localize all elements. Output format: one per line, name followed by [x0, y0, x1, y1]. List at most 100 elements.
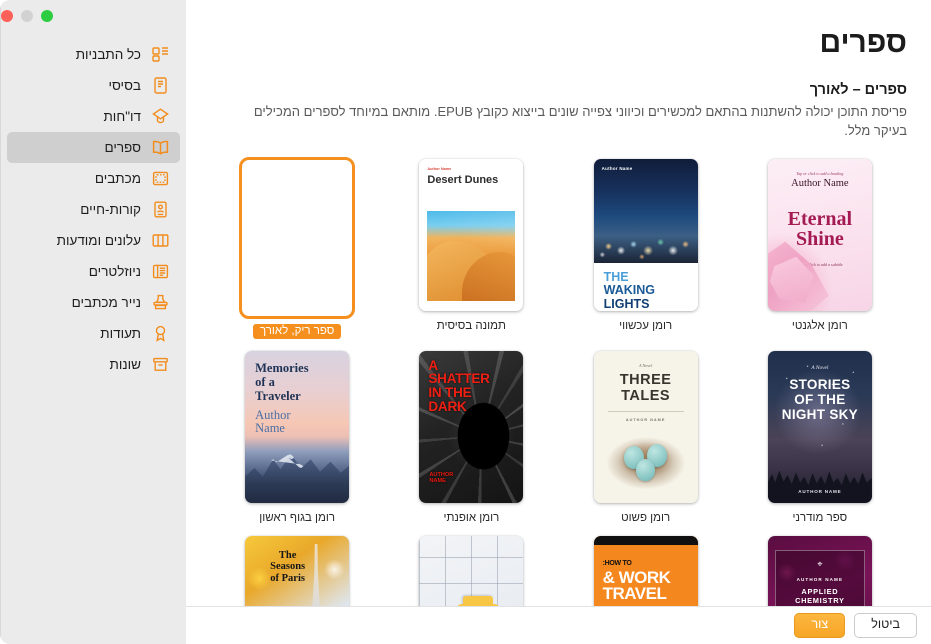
template-thumbnail[interactable]: A Novel STORIES OF THE NIGHT SKY AUTHOR NAME [765, 349, 875, 505]
window-controls [1, 0, 186, 22]
cover-title-line-4: DARK [428, 398, 467, 414]
cover-author-line-2: Name [255, 421, 285, 436]
stationery-icon [151, 293, 170, 312]
content-scroll-area[interactable]: ספרים ספרים – לאורך פריסת התוכן יכולה לה… [186, 0, 931, 606]
template-item[interactable]: Memories of a Traveler Author Name רומן בגוף … [210, 347, 384, 524]
sidebar-item-label: נייר מכתבים [71, 294, 141, 310]
sidebar: כל התבניות בסיסי דו"חות ספרים מכתבים קורות-חי… [0, 0, 186, 644]
flyers-posters-icon [151, 231, 170, 250]
template-thumbnail[interactable]: The Seasons of Paris [242, 534, 352, 606]
basic-icon [151, 76, 170, 95]
template-thumbnail[interactable]: Memories of a Traveler Author Name [242, 349, 352, 505]
template-thumbnail[interactable]: A NovelTHREE TALESAUTHOR NAME [591, 349, 701, 505]
template-thumbnail[interactable]: ⌖AUTHOR NAMEAPPLIED CHEMISTRYFIRST EDITI… [765, 534, 875, 606]
cover-title: APPLIED CHEMISTRY [795, 586, 845, 605]
cover-heading-hint: Tap or click to add a heading [796, 170, 844, 176]
mountain-silhouette [245, 454, 350, 503]
cover-author: Author Name [427, 166, 452, 171]
cover-eyebrow: A Novel [811, 364, 829, 371]
letters-icon [151, 169, 170, 188]
cover-title-line-2: WAKING [603, 283, 656, 298]
section-title: ספרים – לאורך [809, 82, 907, 98]
cover-author: Author Name [601, 165, 633, 171]
cancel-button[interactable]: ביטול [854, 613, 917, 638]
template-item[interactable]: ספר ריק, לאורך [210, 155, 384, 339]
cover-title: WORK & TRAVEL [603, 569, 692, 603]
cover-title: Desert Dunes [427, 173, 499, 186]
sidebar-item-flyers-posters[interactable]: עלונים ומודעות [7, 225, 180, 256]
all-templates-icon [151, 45, 170, 64]
cover-title-line-1: THE [603, 269, 629, 284]
template-thumbnail[interactable] [416, 534, 526, 606]
cover-title: THREE TALES [619, 371, 672, 404]
sidebar-item-label: ספרים [104, 139, 141, 155]
newsletters-icon [151, 262, 170, 281]
template-thumbnail[interactable]: Tap or click to add a heading Author Name… [765, 157, 875, 313]
cover-title-line-1: Memories [255, 360, 309, 375]
dialog-action-bar: צור ביטול [186, 606, 931, 644]
book-cover-preview: A Novel STORIES OF THE NIGHT SKY AUTHOR NAME [767, 350, 872, 503]
cover-title-line-3: Traveler [255, 388, 301, 403]
cover-title: A SHATTER IN THE DARK [428, 358, 490, 414]
tree-silhouette [767, 470, 872, 503]
template-item[interactable]: The Seasons of Paris [210, 532, 384, 606]
cover-photo-dunes [427, 210, 516, 301]
sidebar-item-label: עלונים ומודעות [56, 232, 141, 248]
cover-frame: ⌖AUTHOR NAMEAPPLIED CHEMISTRYFIRST EDITI… [774, 549, 865, 606]
cover-author: AUTHOR NAME [796, 576, 844, 582]
close-window-button[interactable] [1, 10, 13, 22]
template-thumbnail[interactable]: A SHATTER IN THE DARK AUTHOR NAME [416, 349, 526, 505]
template-item[interactable] [384, 532, 558, 606]
minimize-window-button[interactable] [21, 10, 33, 22]
sidebar-item-label: שונות [109, 356, 141, 372]
template-thumbnail[interactable]: HOW TO: WORK & TRAVEL [591, 534, 701, 606]
sidebar-item-label: תעודות [100, 325, 141, 341]
template-item[interactable]: A Novel STORIES OF THE NIGHT SKY AUTHOR NAME… [733, 347, 907, 524]
sidebar-item-certificates[interactable]: תעודות [7, 318, 180, 349]
maximize-window-button[interactable] [41, 10, 53, 22]
sidebar-item-letters[interactable]: מכתבים [7, 163, 180, 194]
sidebar-item-stationery[interactable]: נייר מכתבים [7, 287, 180, 318]
cover-author: Author Name [791, 177, 849, 189]
cover-author: Author Name [255, 408, 290, 437]
sidebar-item-books[interactable]: ספרים [7, 132, 180, 163]
sidebar-item-label: דו"חות [103, 108, 141, 124]
book-cover-preview [245, 161, 350, 314]
sidebar-item-basic[interactable]: בסיסי [7, 70, 180, 101]
top-bar-decoration [593, 535, 698, 545]
cover-author: AUTHOR NAME [429, 472, 453, 485]
sidebar-item-resumes[interactable]: קורות-חיים [7, 194, 180, 225]
sidebar-item-all-templates[interactable]: כל התבניות [7, 39, 180, 70]
cover-author: AUTHOR NAME [798, 488, 842, 494]
template-thumbnail[interactable]: Author Name THE WAKING LIGHTS [591, 157, 701, 313]
template-item[interactable]: Author Name THE WAKING LIGHTS רומן עכשווי [559, 155, 733, 339]
template-thumbnail[interactable]: Author Name Desert Dunes [416, 157, 526, 313]
create-button[interactable]: צור [794, 613, 846, 638]
cover-title-line-1: Eternal [787, 207, 853, 230]
molecule-icon: ⌖ [817, 558, 823, 569]
template-caption: רומן פשוט [621, 511, 671, 524]
sidebar-item-misc[interactable]: שונות [7, 349, 180, 380]
template-caption: ספר מודרני [792, 511, 848, 524]
cover-title: Memories of a Traveler [255, 361, 339, 403]
template-item[interactable]: Author Name Desert Dunes תמונה בסיסית [384, 155, 558, 339]
book-cover-preview: A SHATTER IN THE DARK AUTHOR NAME [419, 350, 524, 503]
template-chooser-window: כל התבניות בסיסי דו"חות ספרים מכתבים קורות-חי… [0, 0, 931, 644]
books-icon [151, 138, 170, 157]
misc-icon [151, 355, 170, 374]
template-caption: תמונה בסיסית [436, 319, 506, 332]
cover-title-line-2: OF THE [794, 391, 846, 407]
cover-title-line-2: of a [255, 374, 275, 389]
template-item[interactable]: ⌖AUTHOR NAMEAPPLIED CHEMISTRYFIRST EDITI… [733, 532, 907, 606]
template-thumbnail[interactable] [239, 156, 356, 319]
template-item[interactable]: Tap or click to add a heading Author Name… [733, 155, 907, 339]
book-cover-preview: HOW TO: WORK & TRAVEL [593, 535, 698, 606]
section-header: ספרים – לאורך פריסת התוכן יכולה להשתנות … [210, 82, 907, 141]
template-item[interactable]: A NovelTHREE TALESAUTHOR NAME רומן פשוט [559, 347, 733, 524]
sidebar-item-reports[interactable]: דו"חות [7, 101, 180, 132]
cover-title: The Seasons of Paris [270, 550, 305, 585]
template-caption: רומן עכשווי [619, 319, 673, 332]
template-item[interactable]: A SHATTER IN THE DARK AUTHOR NAME רומן אופנתי [384, 347, 558, 524]
sidebar-item-newsletters[interactable]: ניוזלטרים [7, 256, 180, 287]
template-item[interactable]: HOW TO: WORK & TRAVEL [559, 532, 733, 606]
